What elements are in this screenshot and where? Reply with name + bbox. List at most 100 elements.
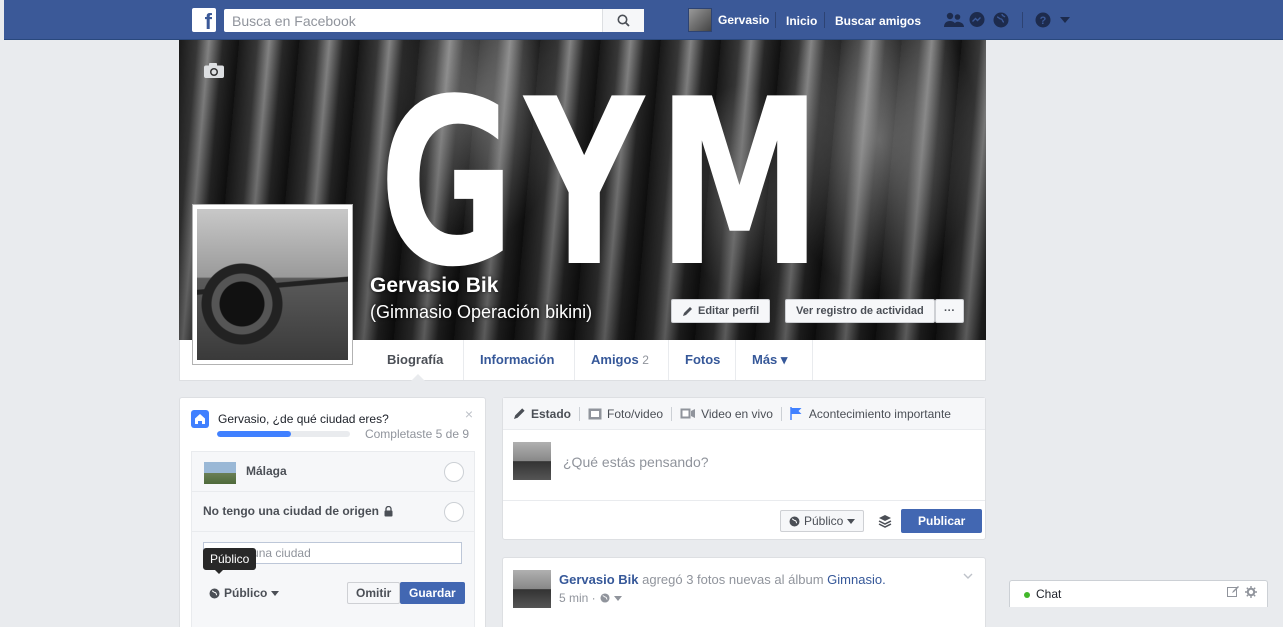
tab-label: Biografía [387,352,444,367]
no-hometown-label-group: No tengo una ciudad de origen [203,504,393,518]
activity-log-button[interactable]: Ver registro de actividad [785,299,935,323]
tab-label: Fotos [685,352,721,367]
composer-privacy-label: Público [804,514,844,528]
tab-fotos[interactable]: Fotos [669,340,736,380]
post-time[interactable]: 5 min · [559,591,596,605]
tab-informacion[interactable]: Información [464,340,570,380]
friend-requests-icon[interactable] [944,10,964,30]
account-menu-chevron-down-icon[interactable] [1055,10,1075,30]
active-tab-indicator [411,374,425,381]
save-button[interactable]: Guardar [400,582,465,604]
nav-divider [1022,12,1023,28]
search-icon [617,14,630,27]
composer-tab-life-event[interactable]: Acontecimiento importante [790,407,951,421]
facebook-logo-icon[interactable]: f [192,8,216,32]
activity-log-label: Ver registro de actividad [796,305,924,317]
globe-icon [789,516,800,526]
no-hometown-label: No tengo una ciudad de origen [203,504,380,518]
home-link[interactable]: Inicio [786,14,817,28]
tab-label: Más ▾ [752,352,788,367]
composer-tab-divider [780,406,782,421]
post-album-link[interactable]: Gimnasio. [827,572,886,587]
composer-footer: Público Publicar [503,500,985,540]
no-hometown-radio[interactable] [444,502,464,522]
post-author-link[interactable]: Gervasio Bik [559,572,639,587]
camera-icon[interactable] [203,62,225,82]
top-navigation-bar: f Gervasio Inicio Buscar amigos ? [4,0,1283,40]
messages-icon[interactable] [967,10,987,30]
privacy-selector[interactable]: Público [209,586,280,600]
post-options-chevron-icon[interactable] [963,570,973,582]
profile-alternate-name: (Gimnasio Operación bikini) [370,302,593,322]
composer-tab-live[interactable]: Video en vivo [680,407,773,421]
tab-label: Información [480,352,555,367]
nav-user-name: Gervasio [718,13,770,27]
gear-icon[interactable] [1245,586,1257,598]
tab-amigos[interactable]: Amigos 2 [575,340,665,380]
nav-avatar [688,8,712,32]
search-input[interactable] [224,9,602,32]
composer-tab-status[interactable]: Estado [513,407,571,421]
city-option-radio[interactable] [444,462,464,482]
tab-mas[interactable]: Más ▾ [736,340,803,380]
composer-tab-label: Video en vivo [701,406,773,421]
more-options-button[interactable]: ··· [935,299,964,323]
search-box [224,9,644,32]
city-thumbnail [204,462,236,484]
cover-banner-text: GYM [379,51,835,318]
compose-message-icon[interactable] [1227,586,1239,598]
search-button[interactable] [602,9,644,32]
post-composer: Estado Foto/video Video en vivo Aconteci… [502,397,986,540]
post-header: Gervasio Bik agregó 3 fotos nuevas al ál… [559,572,886,587]
profile-progress-fill [217,431,291,437]
city-option-malaga[interactable]: Málaga [192,452,474,492]
edit-profile-label: Editar perfil [698,305,760,317]
post-action-text: agregó 3 fotos nuevas al álbum [642,572,824,587]
post-author-avatar[interactable] [513,570,551,608]
tab-label: Amigos [591,352,639,367]
skip-button[interactable]: Omitir [347,582,401,604]
city-option-label: Málaga [246,464,287,478]
home-icon [191,410,209,428]
chevron-down-icon[interactable] [613,595,622,601]
close-icon[interactable]: × [465,406,473,422]
composer-tab-label: Foto/video [607,406,664,421]
publish-button[interactable]: Publicar [901,509,983,533]
composer-input[interactable]: ¿Qué estás pensando? [563,454,709,470]
globe-icon [209,588,220,598]
lock-icon [384,505,393,516]
chat-controls [1227,586,1257,598]
nav-profile-link[interactable]: Gervasio [688,8,769,32]
chevron-down-icon [271,590,280,596]
chat-bar[interactable]: Chat [1009,580,1268,607]
flag-icon [790,407,802,420]
chevron-down-icon [847,518,856,524]
city-prompt-card: Gervasio, ¿de qué ciudad eres? × Complet… [179,397,486,627]
pencil-icon [683,306,692,316]
nav-divider [824,12,825,28]
composer-tab-photo[interactable]: Foto/video [588,407,663,421]
composer-privacy-selector[interactable]: Público [780,510,865,532]
composer-tab-divider [671,406,673,421]
profile-progress-bar [217,431,350,437]
city-question: Gervasio, ¿de qué ciudad eres? [218,412,389,426]
layers-icon[interactable] [878,514,892,531]
composer-avatar [513,442,551,480]
composer-tab-label: Estado [531,406,572,421]
no-hometown-option[interactable]: No tengo una ciudad de origen [192,492,474,532]
find-friends-link[interactable]: Buscar amigos [835,14,921,28]
post-meta: 5 min · [559,591,622,605]
profile-name[interactable]: Gervasio Bik [370,274,498,298]
composer-tab-divider [579,406,581,421]
profile-picture[interactable] [192,204,353,365]
composer-tab-label: Acontecimiento importante [808,406,951,421]
edit-profile-button[interactable]: Editar perfil [671,299,771,323]
privacy-label: Público [224,586,268,600]
nav-divider [775,12,776,28]
online-status-dot [1024,592,1030,598]
photo-icon [588,408,602,419]
notifications-globe-icon[interactable] [991,10,1011,30]
help-icon[interactable]: ? [1033,10,1053,30]
globe-icon [600,593,610,603]
svg-text:?: ? [1040,15,1047,27]
